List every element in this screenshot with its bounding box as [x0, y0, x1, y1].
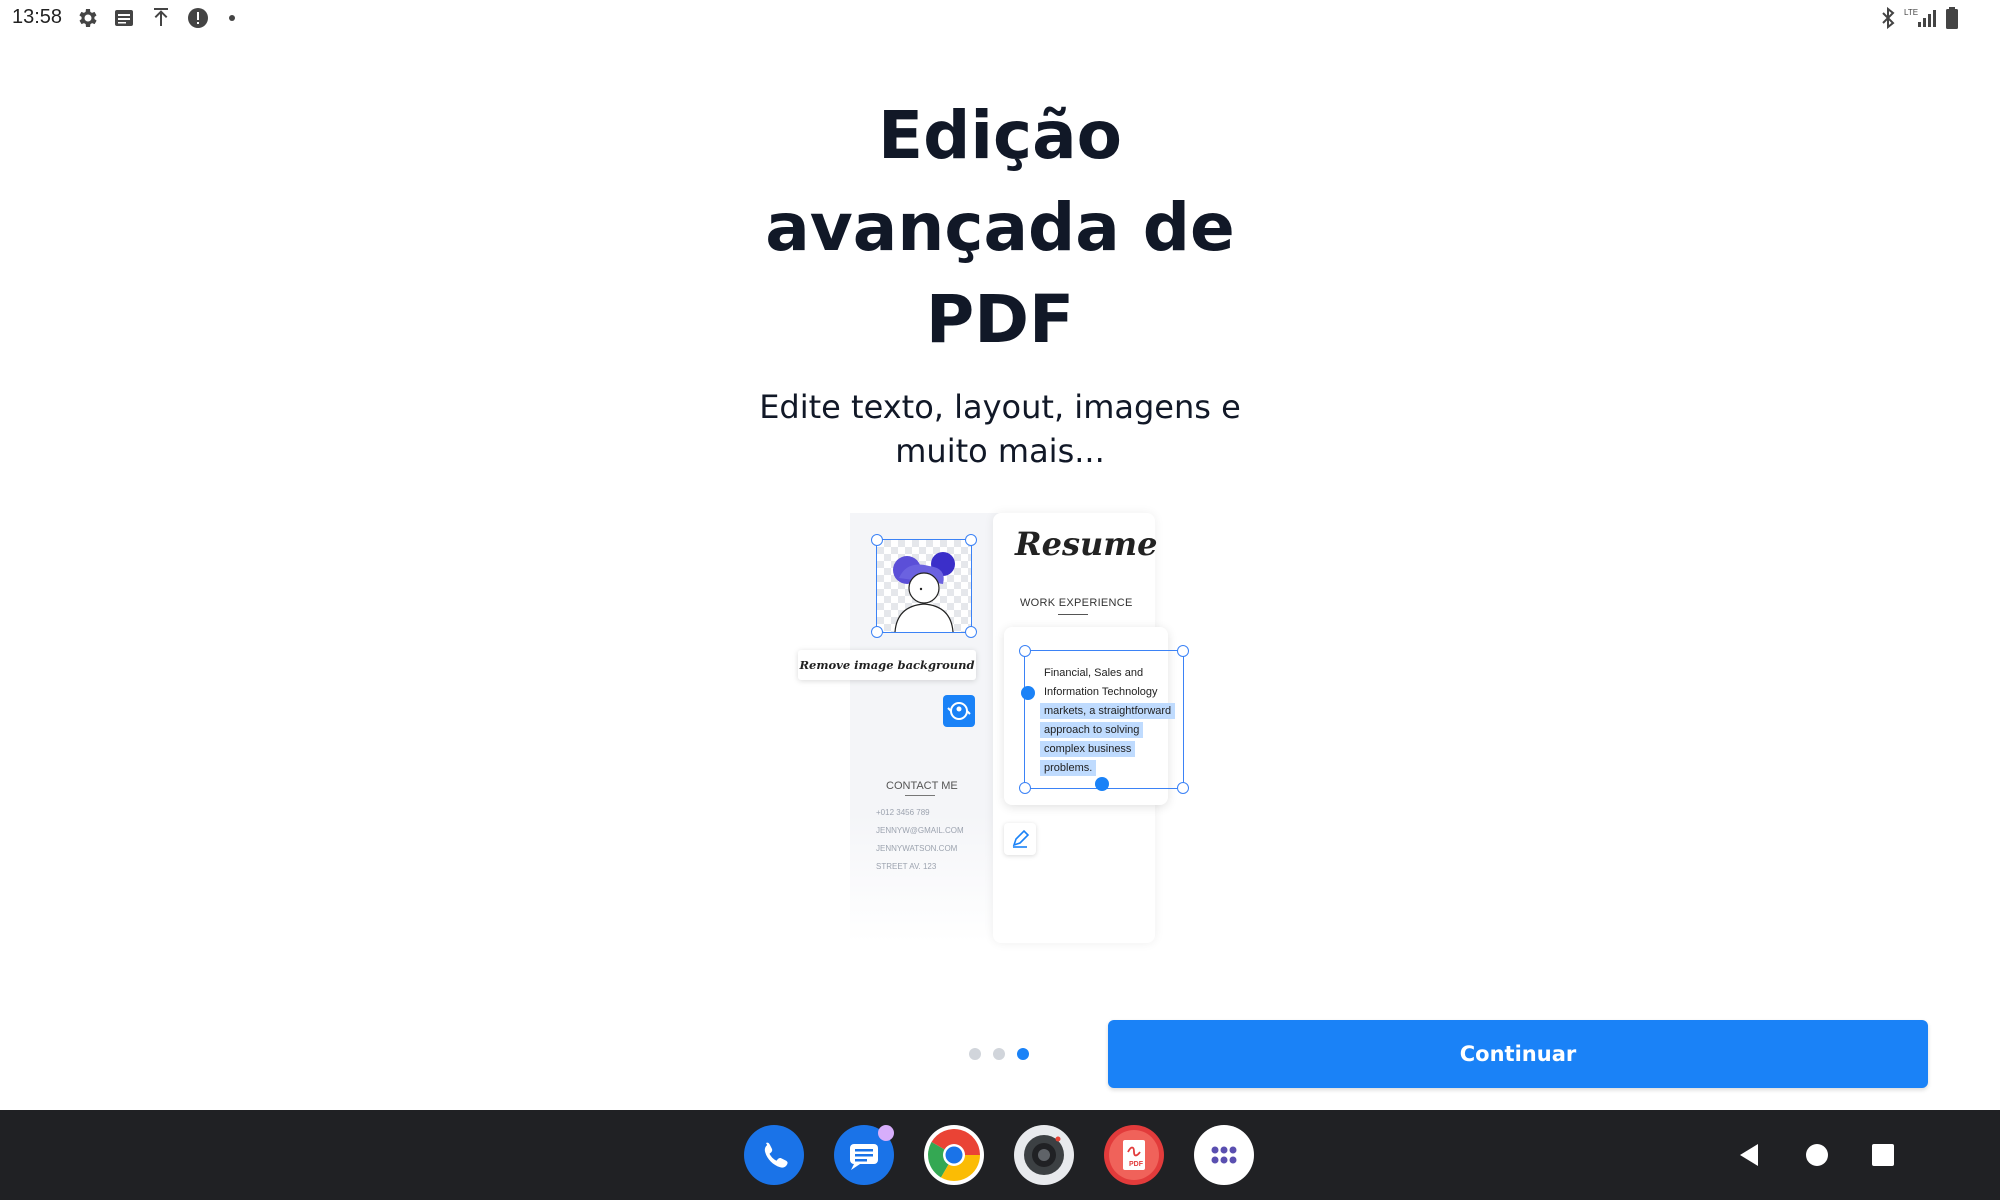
work-experience-label: WORK EXPERIENCE: [1020, 597, 1133, 609]
messages-icon[interactable]: [834, 1125, 894, 1185]
highlighted-text-line: complex business: [1040, 741, 1136, 757]
contact-email: JENNYW@GMAIL.COM: [876, 826, 964, 835]
resize-handle: [1019, 782, 1031, 794]
upload-icon: [149, 6, 173, 30]
alert-icon: [186, 6, 210, 30]
profile-photo: [876, 539, 972, 633]
resize-handle: [965, 534, 977, 546]
resize-handle: [1019, 645, 1031, 657]
contact-website: JENNYWATSON.COM: [876, 844, 958, 853]
text-line: Information Technology: [1044, 686, 1158, 698]
back-button[interactable]: [1734, 1140, 1764, 1170]
page-subtitle: Edite texto, layout, imagens e muito mai…: [759, 388, 1241, 470]
page-dot: [969, 1048, 981, 1060]
contact-address: STREET AV. 123: [876, 862, 937, 871]
page-dot-active: [1017, 1048, 1029, 1060]
status-time: 13:58: [12, 6, 63, 28]
resize-handle: [871, 626, 883, 638]
news-icon: [112, 6, 136, 30]
text-line: Financial, Sales and: [1044, 667, 1144, 679]
resume-title: Resume: [1015, 525, 1158, 563]
pencil-icon: [1004, 823, 1036, 855]
status-bar: 13:58 LTE: [0, 0, 2000, 36]
chrome-icon[interactable]: [924, 1125, 984, 1185]
avatar-illustration: [893, 552, 955, 633]
recents-button[interactable]: [1868, 1140, 1898, 1170]
resize-handle: [871, 534, 883, 546]
highlighted-text-line: markets, a straightforward: [1040, 703, 1176, 719]
pdf-app-icon[interactable]: PDF: [1104, 1125, 1164, 1185]
svg-text:PDF: PDF: [1129, 1161, 1144, 1168]
contact-title: CONTACT ME: [886, 780, 958, 792]
feature-illustration: Resume WORK EXPERIENCE Remove image back…: [790, 505, 1220, 945]
svg-text:LTE: LTE: [1904, 8, 1918, 17]
bluetooth-icon: [1876, 6, 1900, 30]
phone-icon[interactable]: [744, 1125, 804, 1185]
highlighted-text-line: approach to solving: [1040, 722, 1144, 738]
page-title: Edição avançada de PDF: [765, 97, 1235, 358]
resize-handle: [1177, 782, 1189, 794]
home-button[interactable]: [1802, 1140, 1832, 1170]
system-navigation-bar: [0, 1110, 2000, 1200]
lte-signal-icon: LTE: [1904, 6, 1938, 30]
camera-icon[interactable]: [1014, 1125, 1074, 1185]
battery-icon: [1940, 6, 1964, 30]
selection-end-handle: [1095, 777, 1109, 791]
contact-phone: +012 3456 789: [876, 808, 930, 817]
settings-icon: [75, 6, 99, 30]
divider: [905, 795, 935, 796]
more-notifications-dot: [229, 15, 235, 21]
remove-background-chip: Remove image background: [798, 650, 976, 680]
swap-image-icon: [943, 695, 975, 727]
page-dot: [993, 1048, 1005, 1060]
selection-start-handle: [1021, 686, 1035, 700]
resize-handle: [1177, 645, 1189, 657]
app-drawer-icon[interactable]: [1194, 1125, 1254, 1185]
highlighted-text-line: problems.: [1040, 760, 1097, 776]
continue-button[interactable]: Continuar: [1108, 1020, 1928, 1088]
resize-handle: [965, 626, 977, 638]
divider: [1058, 614, 1088, 615]
